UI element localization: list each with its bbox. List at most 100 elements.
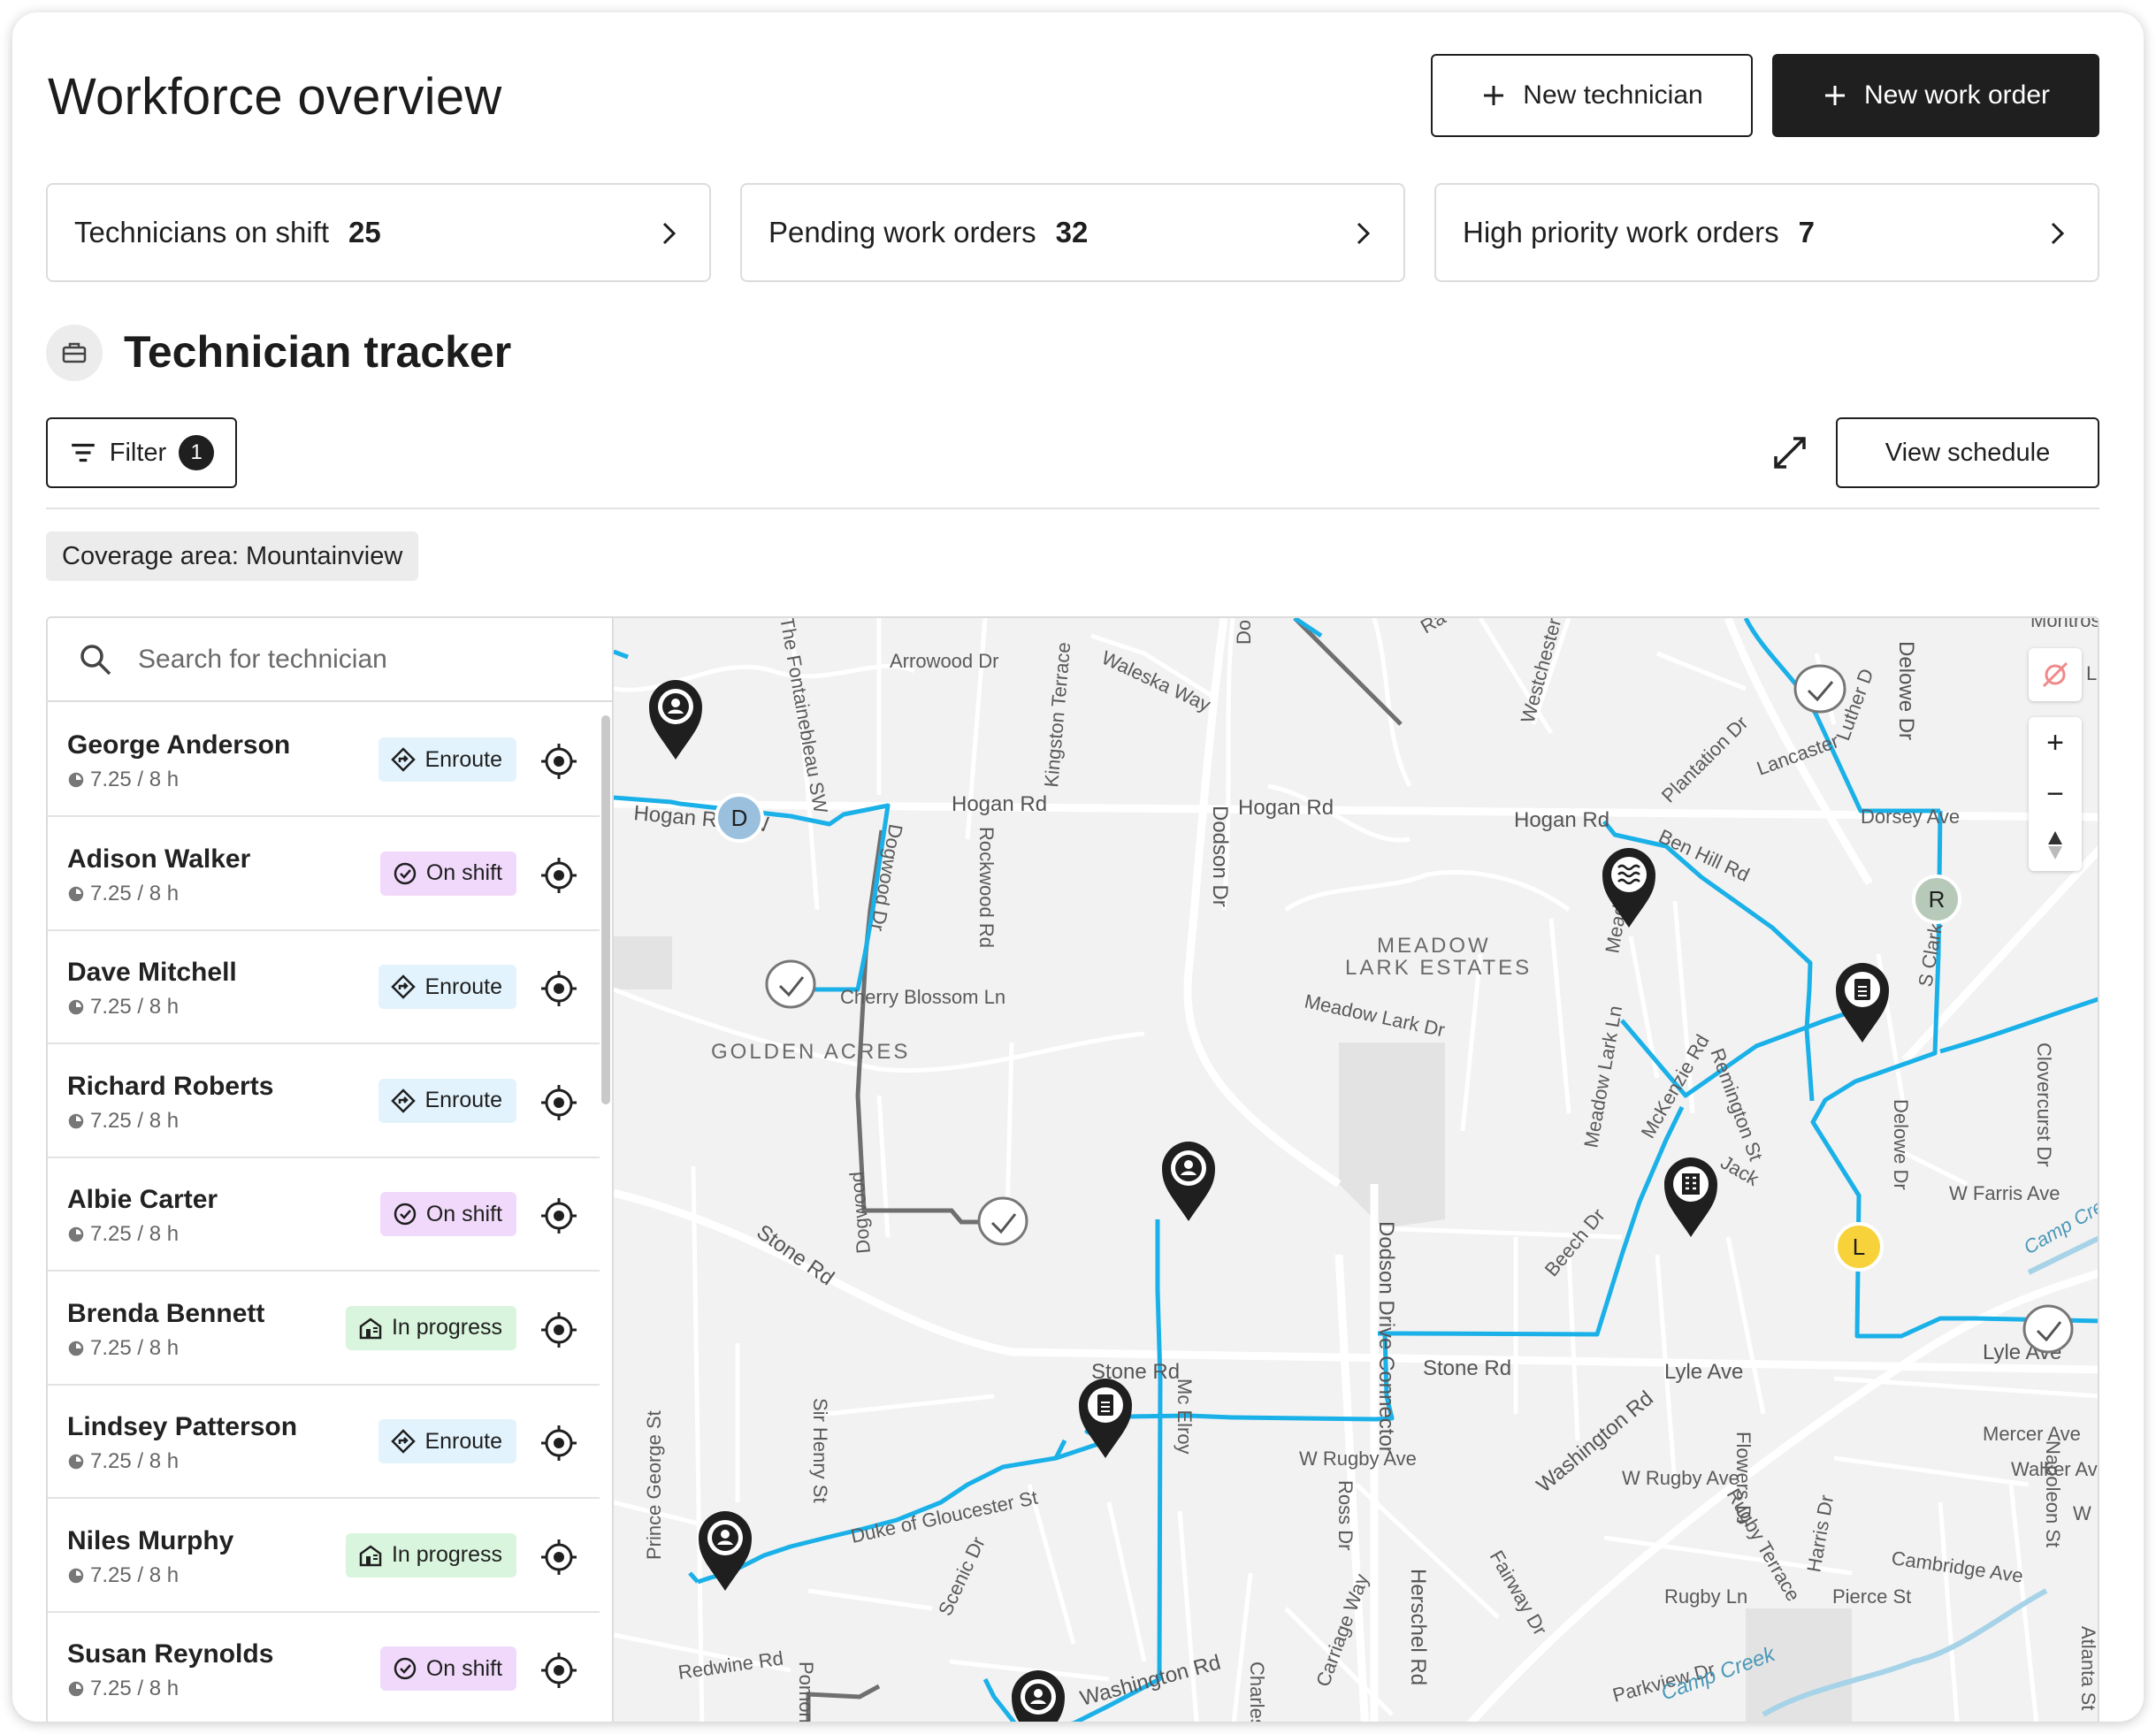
street-label: L	[2086, 662, 2097, 684]
progress-ring-icon	[68, 1454, 84, 1470]
street-label: Beech Dr	[1541, 1204, 1609, 1280]
compass-button[interactable]	[2029, 820, 2082, 871]
locate-icon[interactable]	[539, 1538, 578, 1577]
new-technician-label: New technician	[1523, 80, 1703, 110]
technician-avatar-marker[interactable]: D	[715, 793, 764, 843]
progress-ring-icon	[68, 1568, 84, 1583]
technician-name: Niles Murphy	[67, 1525, 234, 1555]
stat-label: Pending work orders	[768, 216, 1036, 248]
street-label: Atlanta St	[2077, 1626, 2099, 1710]
check-circle-icon	[394, 862, 417, 884]
stat-high-priority-work-orders[interactable]: High priority work orders 7	[1434, 183, 2099, 282]
technician-avatar-marker[interactable]: L	[1834, 1222, 1884, 1272]
house-work-icon	[359, 1544, 382, 1566]
street-label: Meadow Lark Dr	[1303, 989, 1447, 1041]
technician-row[interactable]: Albie Carter 7.25 / 8 h On shift	[48, 1158, 600, 1272]
technician-row[interactable]: Susan Reynolds 7.25 / 8 h On shift	[48, 1613, 600, 1722]
status-label: Enroute	[424, 746, 502, 772]
street-label: Charles D	[1246, 1661, 1268, 1722]
street-label: Stone Rd	[753, 1220, 838, 1291]
locate-icon[interactable]	[539, 1196, 578, 1235]
technician-hours: 7.25 / 8 h	[67, 1109, 179, 1134]
building-pin-marker[interactable]	[1664, 1157, 1717, 1237]
avatar-initial: R	[1929, 886, 1946, 913]
technician-row[interactable]: George Anderson 7.25 / 8 h Enroute	[48, 704, 600, 817]
progress-ring-icon	[68, 1226, 84, 1242]
street-label: Waleska Way	[1098, 646, 1214, 716]
hours-value: 7.25 / 8 h	[90, 1108, 180, 1133]
locate-icon[interactable]	[539, 742, 578, 781]
technician-hours: 7.25 / 8 h	[67, 768, 179, 792]
locate-icon[interactable]	[539, 1424, 578, 1463]
street-label: Rockwood Rd	[975, 827, 998, 948]
expand-icon[interactable]	[1769, 432, 1811, 474]
locate-icon[interactable]	[539, 856, 578, 895]
street-label: Kingston Terrace	[1040, 641, 1074, 788]
technician-avatar-marker[interactable]: R	[1912, 875, 1961, 924]
status-badge: On shift	[379, 1192, 516, 1236]
new-work-order-button[interactable]: New work order	[1772, 54, 2099, 137]
street-label: Lyle Ave	[1664, 1360, 1743, 1384]
hours-value: 7.25 / 8 h	[90, 1449, 180, 1473]
directions-icon	[391, 747, 417, 772]
technician-pin-marker[interactable]	[649, 680, 702, 760]
technician-pin-marker[interactable]	[1162, 1142, 1215, 1221]
technician-name: Richard Roberts	[67, 1071, 274, 1101]
completed-stop-marker[interactable]	[977, 1196, 1028, 1246]
search-input[interactable]	[138, 644, 562, 675]
street-label: Fairway Dr	[1486, 1547, 1552, 1639]
status-label: Enroute	[424, 974, 502, 999]
new-technician-button[interactable]: New technician	[1431, 54, 1753, 137]
street-label: Dogwood Dr	[867, 822, 907, 933]
technician-name: George Anderson	[67, 730, 291, 760]
technician-hours: 7.25 / 8 h	[67, 995, 179, 1020]
status-label: In progress	[391, 1315, 502, 1340]
chevron-right-icon	[1357, 222, 1371, 245]
technician-row[interactable]: Brenda Bennett 7.25 / 8 h In progress	[48, 1272, 600, 1386]
street-label: Herschel Rd	[1406, 1569, 1430, 1685]
locate-icon[interactable]	[539, 969, 578, 1008]
hide-location-toggle[interactable]	[2029, 648, 2082, 701]
street-label: Montrose Dr	[2030, 618, 2099, 631]
progress-ring-icon	[68, 999, 84, 1015]
view-schedule-button[interactable]: View schedule	[1836, 417, 2099, 488]
technician-row[interactable]: Dave Mitchell 7.25 / 8 h Enroute	[48, 931, 600, 1044]
directions-icon	[391, 1088, 417, 1113]
technician-row[interactable]: Lindsey Patterson 7.25 / 8 h Enroute	[48, 1386, 600, 1499]
stat-technicians-on-shift[interactable]: Technicians on shift 25	[46, 183, 711, 282]
status-label: Enroute	[424, 1428, 502, 1454]
stat-value: 7	[1798, 216, 1815, 248]
completed-stop-marker[interactable]	[765, 959, 816, 1009]
map[interactable]: MEADOW LARK ESTATES GOLDEN ACRES Arrowoo…	[614, 618, 2099, 1722]
completed-stop-marker[interactable]	[1793, 664, 1846, 714]
street-label: Lancaster	[1754, 730, 1841, 780]
hours-value: 7.25 / 8 h	[90, 768, 180, 791]
street-label: W Rugby Ave	[1622, 1467, 1739, 1489]
zoom-out-button[interactable]: −	[2029, 768, 2082, 820]
locate-icon[interactable]	[539, 1310, 578, 1349]
zoom-in-button[interactable]: +	[2029, 717, 2082, 768]
locate-icon[interactable]	[539, 1083, 578, 1122]
stat-pending-work-orders[interactable]: Pending work orders 32	[740, 183, 1405, 282]
coverage-area-chip[interactable]: Coverage area: Mountainview	[46, 531, 419, 581]
technician-row[interactable]: Richard Roberts 7.25 / 8 h Enroute	[48, 1045, 600, 1158]
street-label: Meadow Lark Ln	[1579, 1004, 1626, 1150]
filter-button[interactable]: Filter 1	[46, 417, 237, 488]
street-label: Plantation Dr	[1657, 712, 1753, 807]
street-label: Cherry Blossom Ln	[840, 986, 1005, 1008]
status-label: On shift	[425, 1655, 502, 1681]
work-order-pin-marker[interactable]	[1836, 963, 1889, 1043]
search-icon	[80, 644, 111, 675]
technician-row[interactable]: Niles Murphy 7.25 / 8 h In progress	[48, 1500, 600, 1613]
check-circle-icon	[394, 1657, 417, 1680]
area-label: MEADOW	[1377, 934, 1491, 958]
technician-pin-marker[interactable]	[1012, 1670, 1065, 1722]
street-label: The Fontainebleau SW	[776, 618, 832, 815]
locate-icon[interactable]	[539, 1651, 578, 1690]
scrollbar[interactable]	[601, 715, 610, 1104]
house-work-icon	[359, 1317, 382, 1339]
completed-stop-marker[interactable]	[2022, 1304, 2074, 1354]
toolbox-icon	[46, 325, 103, 381]
status-badge: On shift	[379, 1646, 516, 1691]
technician-row[interactable]: Adison Walker 7.25 / 8 h On shift	[48, 818, 600, 931]
